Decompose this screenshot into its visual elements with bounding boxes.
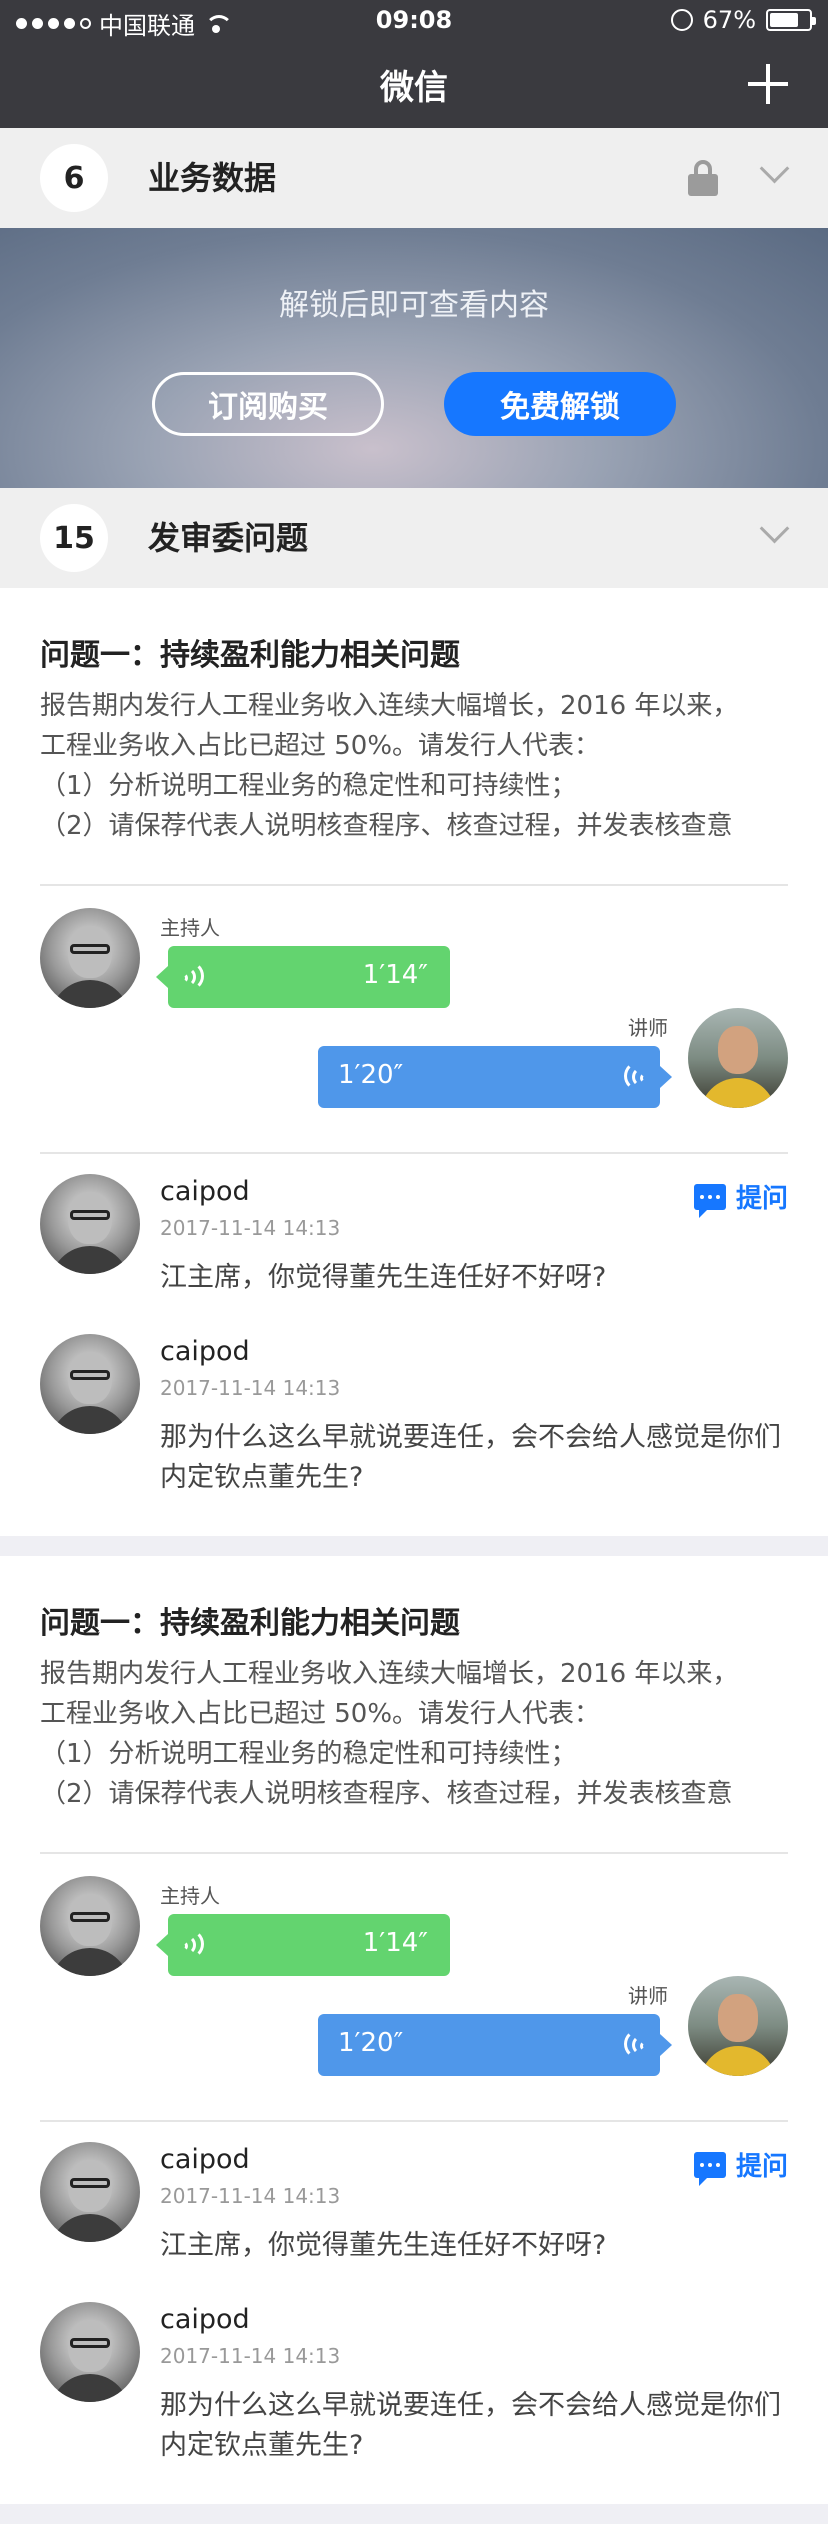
question-line: （2）请保荐代表人说明核查程序、核查过程，并发表核查意 (40, 1779, 733, 1809)
comment-text: 那为什么这么早就说要连任，会不会给人感觉是你们内定钦点董先生? (160, 2390, 781, 2461)
locked-message: 解锁后即可查看内容 (279, 288, 549, 323)
speaker-voice-message[interactable]: 1′20″ (318, 2014, 672, 2076)
section-number: 15 (40, 504, 108, 572)
status-bar: 中国联通 09:08 67% (0, 0, 828, 42)
comment-author: caipod (160, 2144, 250, 2175)
speaker-voice-message[interactable]: 1′20″ (318, 1046, 672, 1108)
host-role-label: 主持人 (160, 916, 220, 940)
chevron-down-icon[interactable] (760, 164, 788, 192)
comment-text: 那为什么这么早就说要连任，会不会给人感觉是你们内定钦点董先生? (160, 1422, 781, 1493)
sound-wave-icon (185, 1929, 212, 1959)
voice-duration: 1′20″ (338, 2028, 404, 2058)
avatar[interactable] (40, 1334, 140, 1434)
question-body: 报告期内发行人工程业务收入连续大幅增长，2016 年以来， 工程业务收入占比已超… (40, 1654, 800, 1814)
host-voice-message[interactable]: 1′14″ (156, 1914, 450, 1976)
comment-text: 江主席，你觉得董先生连任好不好呀? (160, 2230, 607, 2261)
comment-author: caipod (160, 1336, 250, 1367)
avatar[interactable] (40, 2302, 140, 2402)
question-line: 工程业务收入占比已超过 50%。请发行人代表： (40, 731, 601, 761)
divider (40, 1852, 788, 1854)
locked-banner: 解锁后即可查看内容 订阅购买 免费解锁 (0, 228, 828, 488)
question-body: 报告期内发行人工程业务收入连续大幅增长，2016 年以来， 工程业务收入占比已超… (40, 686, 800, 846)
chat-bubble-icon (693, 2151, 726, 2186)
rotation-lock-icon (670, 9, 693, 31)
avatar[interactable] (40, 908, 140, 1008)
avatar[interactable] (40, 1174, 140, 1274)
sound-wave-icon (616, 2029, 654, 2059)
ask-button[interactable]: 提问 (693, 1178, 788, 1218)
host-voice-message[interactable]: 1′14″ (156, 946, 450, 1008)
avatar[interactable] (40, 2142, 140, 2242)
question-line: （1）分析说明工程业务的稳定性和可持续性； (40, 1739, 577, 1769)
voice-duration: 1′14″ (362, 960, 428, 990)
nav-title: 微信 (380, 68, 448, 108)
question-line: （1）分析说明工程业务的稳定性和可持续性； (40, 771, 577, 801)
question-card: 问题一：持续盈利能力相关问题 报告期内发行人工程业务收入连续大幅增长，2016 … (0, 1556, 828, 2504)
host-role-label: 主持人 (160, 1884, 220, 1908)
speaker-role-label: 讲师 (628, 1984, 668, 2008)
section-number: 6 (40, 144, 108, 212)
ask-label: 提问 (735, 1184, 788, 1214)
chevron-down-icon[interactable] (760, 524, 788, 552)
avatar[interactable] (688, 1008, 788, 1108)
battery-percent: 67% (702, 6, 756, 34)
ask-label: 提问 (735, 2152, 788, 2182)
comment-author: caipod (160, 2304, 250, 2335)
subscribe-button[interactable]: 订阅购买 (152, 372, 384, 436)
question-line: （2）请保荐代表人说明核查程序、核查过程，并发表核查意 (40, 811, 733, 841)
question-line: 报告期内发行人工程业务收入连续大幅增长，2016 年以来， (40, 1659, 739, 1689)
ask-button[interactable]: 提问 (693, 2146, 788, 2186)
avatar[interactable] (688, 1976, 788, 2076)
section-title: 业务数据 (148, 159, 277, 197)
avatar[interactable] (40, 1876, 140, 1976)
sound-wave-icon (185, 961, 212, 991)
divider (40, 1152, 788, 1154)
comment-time: 2017-11-14 14:13 (160, 1216, 341, 1240)
section-title: 发审委问题 (148, 519, 309, 557)
speaker-role-label: 讲师 (628, 1016, 668, 1040)
comment-text: 江主席，你觉得董先生连任好不好呀? (160, 1262, 607, 1293)
comment-author: caipod (160, 1176, 250, 1207)
question-line: 报告期内发行人工程业务收入连续大幅增长，2016 年以来， (40, 691, 739, 721)
free-unlock-button[interactable]: 免费解锁 (444, 372, 676, 436)
comment-time: 2017-11-14 14:13 (160, 2184, 341, 2208)
chat-bubble-icon (693, 1183, 726, 1218)
sound-wave-icon (616, 1061, 654, 1091)
section-header-committee[interactable]: 15 发审委问题 (0, 488, 828, 588)
divider (40, 2120, 788, 2122)
voice-duration: 1′20″ (338, 1060, 404, 1090)
top-bar: 中国联通 09:08 67% 微信 (0, 0, 828, 128)
question-title: 问题一：持续盈利能力相关问题 (40, 638, 460, 673)
section-header-business[interactable]: 6 业务数据 (0, 128, 828, 228)
comment-time: 2017-11-14 14:13 (160, 1376, 341, 1400)
comment-time: 2017-11-14 14:13 (160, 2344, 341, 2368)
question-title: 问题一：持续盈利能力相关问题 (40, 1606, 460, 1641)
lock-icon (688, 160, 718, 196)
add-icon[interactable] (748, 64, 788, 104)
question-card: 问题一：持续盈利能力相关问题 报告期内发行人工程业务收入连续大幅增长，2016 … (0, 588, 828, 1536)
question-line: 工程业务收入占比已超过 50%。请发行人代表： (40, 1699, 601, 1729)
voice-duration: 1′14″ (362, 1928, 428, 1958)
battery-icon (766, 9, 816, 31)
divider (40, 884, 788, 886)
